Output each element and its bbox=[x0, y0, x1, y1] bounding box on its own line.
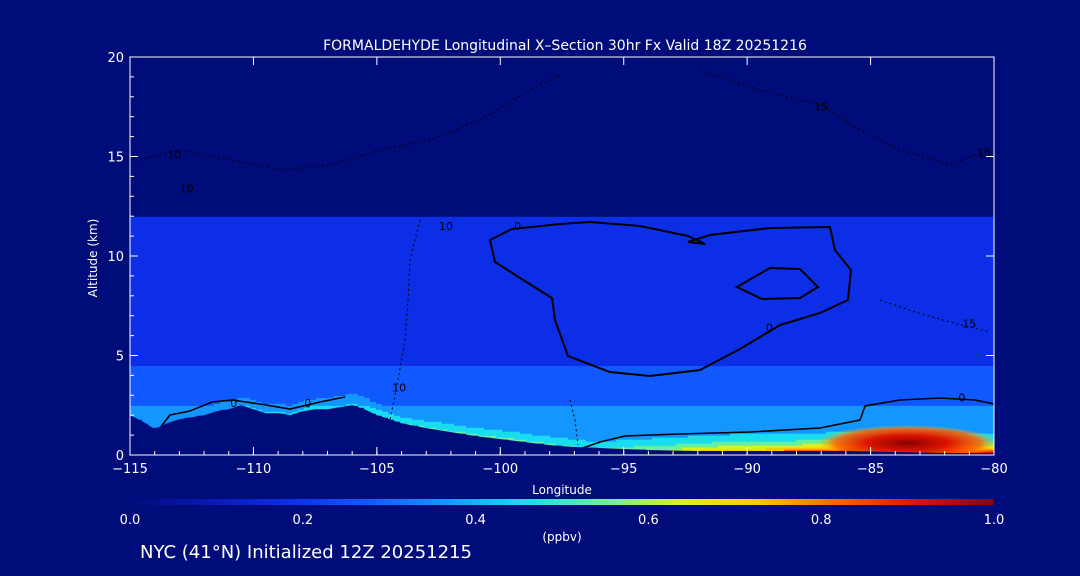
chart-title: FORMALDEHYDE Longitudinal X–Section 30hr… bbox=[323, 38, 807, 54]
cross-section-chart: FORMALDEHYDE Longitudinal X–Section 30hr… bbox=[0, 0, 1080, 576]
concentration-field bbox=[130, 57, 999, 461]
